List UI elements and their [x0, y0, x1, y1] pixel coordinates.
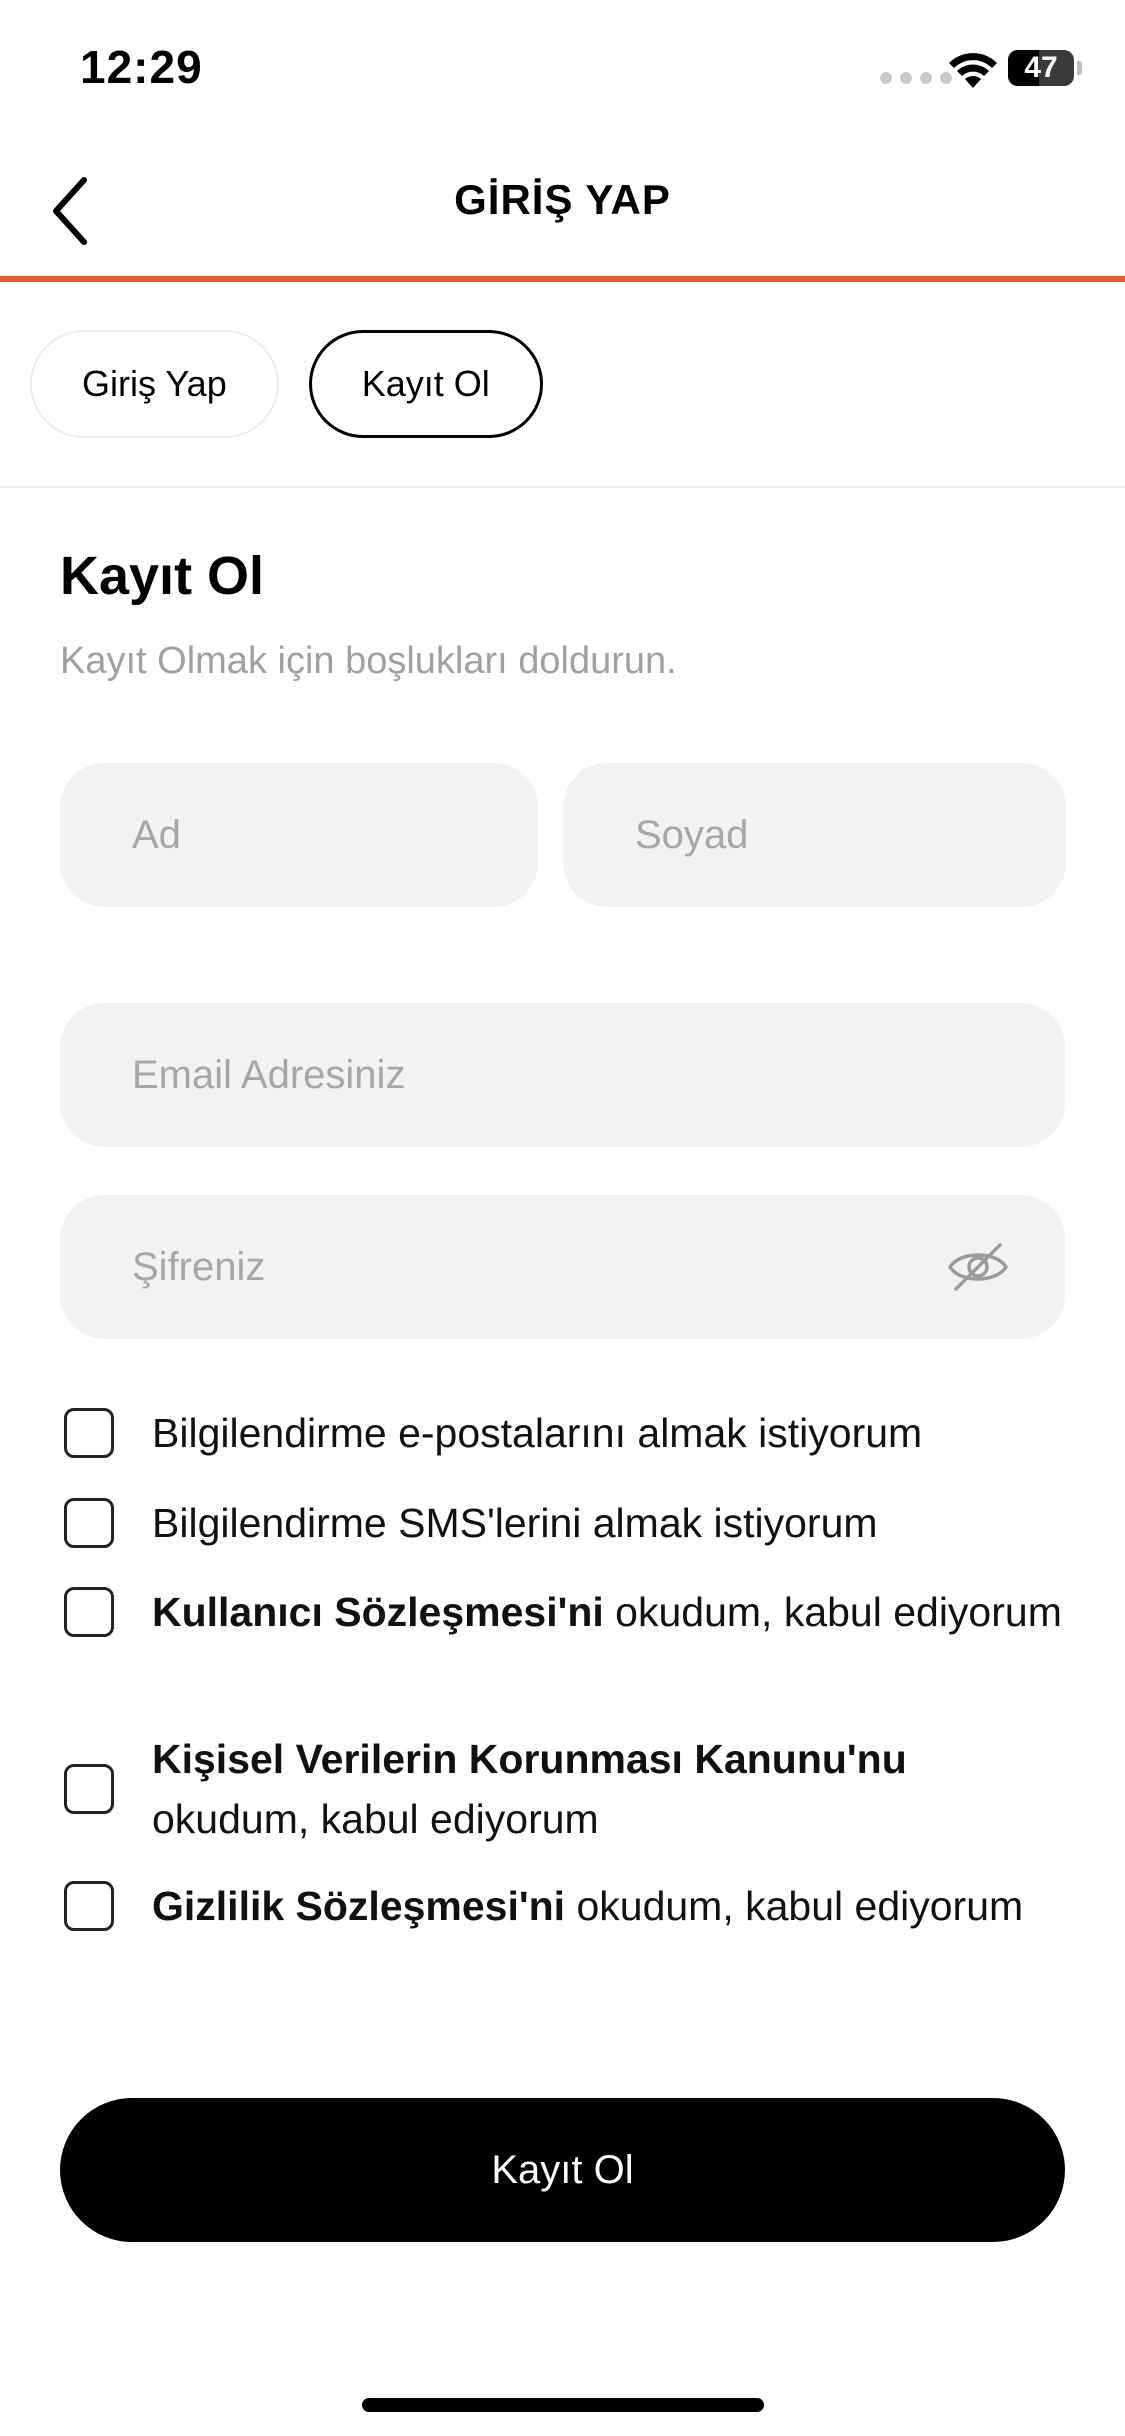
consent-sms-row[interactable]: Bilgilendirme SMS'lerini almak istiyorum	[64, 1493, 1064, 1553]
register-button[interactable]: Kayıt Ol	[60, 2098, 1065, 2242]
page-title: GİRİŞ YAP	[454, 176, 671, 223]
cellular-signal-icon	[880, 72, 952, 84]
status-bar: 12:29 47	[0, 0, 1125, 140]
tab-login[interactable]: Giriş Yap	[30, 330, 279, 438]
tabs-divider	[0, 486, 1125, 488]
home-indicator	[362, 2398, 764, 2412]
navigation-header: GİRİŞ YAP	[0, 140, 1125, 280]
battery-icon: 47	[1008, 50, 1074, 86]
form-title: Kayıt Ol	[60, 546, 265, 606]
auth-tabs: Giriş Yap Kayıt Ol	[30, 330, 543, 438]
consent-user-agreement-checkbox[interactable]	[64, 1587, 114, 1637]
wifi-icon	[949, 53, 997, 88]
consent-email-label: Bilgilendirme e-postalarını almak istiyo…	[152, 1410, 923, 1456]
password-input[interactable]	[132, 1195, 955, 1339]
consent-kvkk-checkbox[interactable]	[64, 1764, 114, 1814]
consent-user-agreement-row[interactable]: Kullanıcı Sözleşmesi'ni okudum, kabul ed…	[64, 1582, 1064, 1642]
first-name-input[interactable]	[132, 763, 538, 907]
email-input[interactable]	[132, 1003, 1065, 1147]
password-field	[60, 1195, 1065, 1339]
consent-privacy-checkbox[interactable]	[64, 1881, 114, 1931]
consent-kvkk-label: Kişisel Verilerin Korunması Kanunu'nu ok…	[152, 1736, 907, 1842]
form-subtitle: Kayıt Olmak için boşlukları doldurun.	[60, 640, 677, 682]
battery-tip	[1077, 61, 1082, 75]
privacy-policy-link[interactable]: Gizlilik Sözleşmesi'ni	[152, 1883, 565, 1929]
consent-email-checkbox[interactable]	[64, 1408, 114, 1458]
consent-kvkk-row[interactable]: Kişisel Verilerin Korunması Kanunu'nu ok…	[64, 1729, 1064, 1849]
consent-sms-label: Bilgilendirme SMS'lerini almak istiyorum	[152, 1500, 878, 1546]
consent-privacy-label: Gizlilik Sözleşmesi'ni okudum, kabul edi…	[152, 1883, 1024, 1929]
user-agreement-link[interactable]: Kullanıcı Sözleşmesi'ni	[152, 1589, 604, 1635]
header-accent-divider	[0, 276, 1125, 282]
consent-user-agreement-label: Kullanıcı Sözleşmesi'ni okudum, kabul ed…	[152, 1589, 1062, 1635]
last-name-field	[563, 763, 1066, 907]
kvkk-link[interactable]: Kişisel Verilerin Korunması Kanunu'nu	[152, 1736, 907, 1782]
consent-privacy-row[interactable]: Gizlilik Sözleşmesi'ni okudum, kabul edi…	[64, 1876, 1064, 1936]
status-time: 12:29	[80, 41, 203, 93]
last-name-input[interactable]	[635, 763, 1066, 907]
consent-sms-checkbox[interactable]	[64, 1498, 114, 1548]
eye-slash-icon[interactable]	[946, 1237, 1010, 1297]
email-field	[60, 1003, 1065, 1147]
battery-level-text: 47	[1024, 51, 1058, 84]
tab-register[interactable]: Kayıt Ol	[308, 330, 543, 438]
first-name-field	[60, 763, 538, 907]
consent-email-row[interactable]: Bilgilendirme e-postalarını almak istiyo…	[64, 1403, 1064, 1463]
